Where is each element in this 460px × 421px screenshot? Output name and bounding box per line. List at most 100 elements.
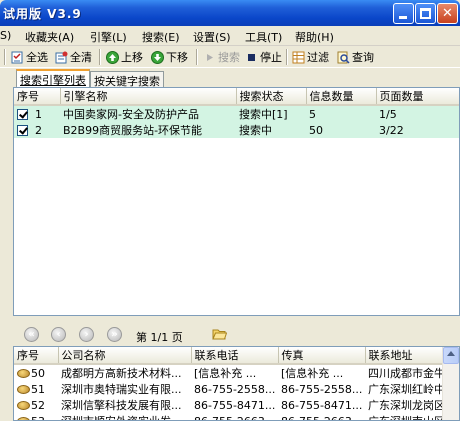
pager-bar: « ‹ › » 第 1/1 页 — [0, 322, 460, 346]
info-count: 5 — [306, 105, 376, 122]
column-header[interactable]: 序号 — [14, 88, 61, 106]
column-header[interactable]: 联系电话 — [191, 347, 279, 365]
coin-icon — [17, 385, 30, 394]
minimize-icon — [399, 16, 407, 19]
row-number: 1 — [35, 107, 42, 121]
menu-item-search[interactable]: 搜索(E) — [142, 29, 180, 45]
next-page-button[interactable]: › — [79, 327, 94, 342]
next-page-icon: › — [84, 329, 89, 340]
vertical-scrollbar[interactable] — [442, 347, 459, 420]
engine-name: 中国卖家网-安全及防护产品 — [60, 105, 236, 122]
first-page-button[interactable]: « — [24, 327, 39, 342]
search-label: 搜索 — [218, 51, 240, 64]
column-header[interactable]: 传真 — [278, 347, 366, 365]
arrow-up-icon — [106, 50, 119, 64]
table-row[interactable]: 50 成都明方高新技术材料... [信息补充 ... [信息补充 ... 四川成… — [14, 364, 444, 381]
clear-all-button[interactable]: 全清 — [55, 49, 92, 65]
select-all-button[interactable]: 全选 — [11, 49, 48, 65]
table-row[interactable]: 1 中国卖家网-安全及防护产品 搜索中[1] 5 1/5 — [14, 105, 459, 122]
row-checkbox[interactable] — [17, 109, 28, 120]
stop-label: 停止 — [260, 51, 282, 64]
minimize-button[interactable] — [393, 3, 414, 24]
toolbar-separator — [4, 49, 6, 65]
company-name: 深圳市奥特瑞实业有限... — [61, 383, 182, 396]
coin-icon — [17, 401, 30, 410]
checklist-icon — [11, 51, 24, 64]
page-indicator: 第 1/1 页 — [136, 331, 183, 344]
title-bar[interactable]: 试用版 V3.9 ✕ — [0, 0, 460, 26]
magnifier-icon — [337, 51, 350, 64]
address: 广东深圳龙岗区 — [368, 399, 444, 412]
open-folder-icon[interactable] — [212, 327, 228, 340]
row-number-cell: 2 — [14, 122, 60, 138]
engine-table-header: 序号 引擎名称 搜索状态 信息数量 页面数量 — [14, 88, 459, 106]
query-label: 查询 — [352, 51, 374, 64]
last-page-icon: » — [111, 329, 118, 340]
stop-button[interactable]: 停止 — [245, 49, 282, 65]
clear-all-label: 全清 — [70, 51, 92, 64]
row-number-cell: 53 — [14, 413, 58, 421]
column-header[interactable]: 引擎名称 — [60, 88, 237, 106]
row-number-cell: 1 — [14, 105, 60, 122]
prev-page-button[interactable]: ‹ — [51, 327, 66, 342]
last-page-button[interactable]: » — [107, 327, 122, 342]
move-up-label: 上移 — [121, 51, 143, 64]
column-header[interactable]: 页面数量 — [376, 88, 459, 106]
move-down-button[interactable]: 下移 — [151, 49, 188, 65]
grid-filter-icon — [292, 51, 305, 64]
table-row[interactable]: 52 深圳信擎科技发展有限... 86-755-8471... 86-755-8… — [14, 397, 444, 413]
menu-item-favorites[interactable]: 收藏夹(A) — [25, 29, 74, 45]
table-row[interactable]: 2 B2B99商贸服务站-环保节能 搜索中 50 3/22 — [14, 122, 459, 138]
play-icon — [203, 51, 216, 64]
filter-label: 过滤 — [307, 51, 329, 64]
panel-splitter[interactable] — [0, 316, 460, 321]
menu-item-system[interactable]: S) — [0, 29, 11, 42]
address: 广东深圳南山区 — [365, 413, 444, 420]
company-results-panel: 序号 公司名称 联系电话 传真 联系地址 50 成都明方高新技术材料... [信… — [13, 346, 460, 421]
move-down-label: 下移 — [166, 51, 188, 64]
close-icon: ✕ — [442, 6, 453, 21]
move-up-button[interactable]: 上移 — [106, 49, 143, 65]
table-row[interactable]: 51 深圳市奥特瑞实业有限... 86-755-2558... 86-755-2… — [14, 381, 444, 397]
maximize-icon — [420, 8, 431, 19]
row-number: 50 — [31, 366, 45, 380]
column-header[interactable]: 联系地址 — [365, 347, 445, 365]
coin-icon — [17, 417, 30, 420]
tab-bar: 搜索引擎列表 按关键字搜索 — [0, 69, 460, 88]
phone: [信息补充 ... — [194, 367, 257, 380]
table-row[interactable]: 53 深圳市顺安外资实业发... 86-755-2663... 86-755-2… — [14, 413, 444, 421]
first-page-icon: « — [28, 329, 35, 340]
row-number-cell: 51 — [14, 381, 58, 397]
menu-item-engine[interactable]: 引擎(L) — [90, 29, 127, 45]
scroll-up-button[interactable] — [443, 347, 459, 364]
row-number-cell: 52 — [14, 397, 58, 413]
filter-button[interactable]: 过滤 — [292, 49, 329, 65]
menu-item-settings[interactable]: 设置(S) — [193, 29, 231, 45]
info-count: 50 — [306, 122, 376, 138]
row-number: 52 — [31, 398, 45, 412]
toolbar-separator — [99, 49, 101, 65]
menu-item-help[interactable]: 帮助(H) — [295, 29, 334, 45]
tab-engine-list[interactable]: 搜索引擎列表 — [16, 69, 90, 87]
maximize-button[interactable] — [415, 3, 436, 24]
engine-name: B2B99商贸服务站-环保节能 — [60, 122, 236, 138]
query-button[interactable]: 查询 — [337, 49, 374, 65]
menu-item-tools[interactable]: 工具(T) — [245, 29, 282, 45]
prev-page-icon: ‹ — [56, 329, 61, 340]
search-button[interactable]: 搜索 — [203, 49, 240, 65]
tab-keyword-search[interactable]: 按关键字搜索 — [90, 71, 164, 88]
toolbar-separator — [196, 49, 198, 65]
toolbar: 全选 全清 上移 下移 搜索 停止 过滤 查询 — [0, 46, 460, 68]
scroll-up-icon — [447, 351, 455, 356]
row-number: 53 — [31, 414, 45, 421]
column-header[interactable]: 搜索状态 — [236, 88, 307, 106]
row-checkbox[interactable] — [17, 125, 28, 136]
page-count: 3/22 — [376, 122, 459, 138]
page-count: 1/5 — [376, 105, 459, 122]
column-header[interactable]: 信息数量 — [306, 88, 377, 106]
close-button[interactable]: ✕ — [437, 3, 458, 24]
arrow-down-icon — [151, 50, 164, 64]
column-header[interactable]: 序号 — [14, 347, 59, 365]
column-header[interactable]: 公司名称 — [58, 347, 192, 365]
phone: 86-755-2558... — [194, 382, 276, 396]
